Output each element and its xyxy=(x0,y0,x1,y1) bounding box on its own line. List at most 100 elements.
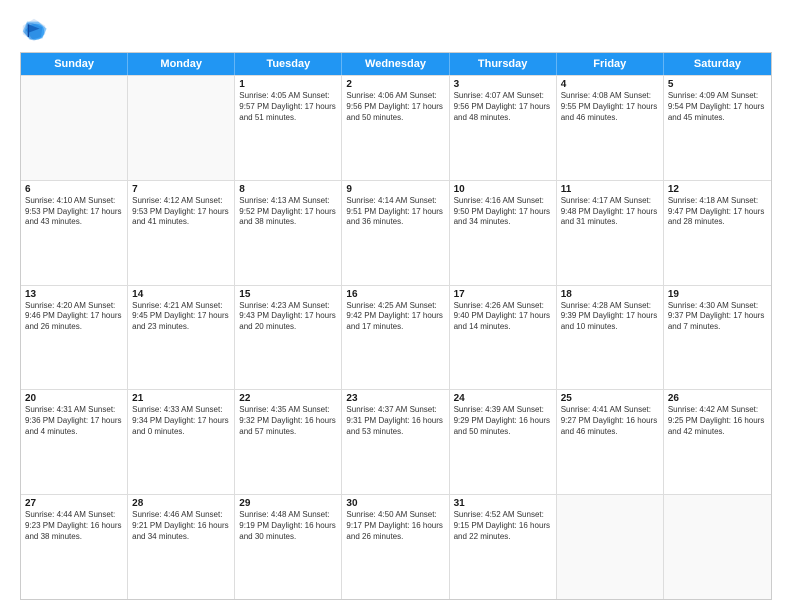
empty-cell xyxy=(21,76,128,180)
day-cell-15: 15Sunrise: 4:23 AM Sunset: 9:43 PM Dayli… xyxy=(235,286,342,390)
day-number: 27 xyxy=(25,498,123,509)
day-info: Sunrise: 4:39 AM Sunset: 9:29 PM Dayligh… xyxy=(454,405,552,437)
day-number: 2 xyxy=(346,79,444,90)
header-day-sunday: Sunday xyxy=(21,53,128,75)
day-info: Sunrise: 4:44 AM Sunset: 9:23 PM Dayligh… xyxy=(25,510,123,542)
day-cell-1: 1Sunrise: 4:05 AM Sunset: 9:57 PM Daylig… xyxy=(235,76,342,180)
empty-cell xyxy=(128,76,235,180)
day-info: Sunrise: 4:30 AM Sunset: 9:37 PM Dayligh… xyxy=(668,301,767,333)
day-number: 12 xyxy=(668,184,767,195)
day-cell-29: 29Sunrise: 4:48 AM Sunset: 9:19 PM Dayli… xyxy=(235,495,342,599)
day-cell-13: 13Sunrise: 4:20 AM Sunset: 9:46 PM Dayli… xyxy=(21,286,128,390)
day-number: 30 xyxy=(346,498,444,509)
day-cell-20: 20Sunrise: 4:31 AM Sunset: 9:36 PM Dayli… xyxy=(21,390,128,494)
day-info: Sunrise: 4:16 AM Sunset: 9:50 PM Dayligh… xyxy=(454,196,552,228)
header-day-saturday: Saturday xyxy=(664,53,771,75)
day-info: Sunrise: 4:46 AM Sunset: 9:21 PM Dayligh… xyxy=(132,510,230,542)
day-info: Sunrise: 4:42 AM Sunset: 9:25 PM Dayligh… xyxy=(668,405,767,437)
day-cell-17: 17Sunrise: 4:26 AM Sunset: 9:40 PM Dayli… xyxy=(450,286,557,390)
day-cell-24: 24Sunrise: 4:39 AM Sunset: 9:29 PM Dayli… xyxy=(450,390,557,494)
day-cell-27: 27Sunrise: 4:44 AM Sunset: 9:23 PM Dayli… xyxy=(21,495,128,599)
day-info: Sunrise: 4:28 AM Sunset: 9:39 PM Dayligh… xyxy=(561,301,659,333)
day-cell-16: 16Sunrise: 4:25 AM Sunset: 9:42 PM Dayli… xyxy=(342,286,449,390)
calendar-body: 1Sunrise: 4:05 AM Sunset: 9:57 PM Daylig… xyxy=(21,75,771,599)
page: SundayMondayTuesdayWednesdayThursdayFrid… xyxy=(0,0,792,612)
day-number: 10 xyxy=(454,184,552,195)
calendar-header-row: SundayMondayTuesdayWednesdayThursdayFrid… xyxy=(21,53,771,75)
day-info: Sunrise: 4:52 AM Sunset: 9:15 PM Dayligh… xyxy=(454,510,552,542)
logo xyxy=(20,16,52,44)
calendar-week-4: 20Sunrise: 4:31 AM Sunset: 9:36 PM Dayli… xyxy=(21,389,771,494)
day-info: Sunrise: 4:50 AM Sunset: 9:17 PM Dayligh… xyxy=(346,510,444,542)
day-cell-22: 22Sunrise: 4:35 AM Sunset: 9:32 PM Dayli… xyxy=(235,390,342,494)
calendar-week-1: 1Sunrise: 4:05 AM Sunset: 9:57 PM Daylig… xyxy=(21,75,771,180)
day-info: Sunrise: 4:35 AM Sunset: 9:32 PM Dayligh… xyxy=(239,405,337,437)
day-info: Sunrise: 4:09 AM Sunset: 9:54 PM Dayligh… xyxy=(668,91,767,123)
day-cell-18: 18Sunrise: 4:28 AM Sunset: 9:39 PM Dayli… xyxy=(557,286,664,390)
empty-cell xyxy=(664,495,771,599)
day-number: 25 xyxy=(561,393,659,404)
day-cell-2: 2Sunrise: 4:06 AM Sunset: 9:56 PM Daylig… xyxy=(342,76,449,180)
header-day-wednesday: Wednesday xyxy=(342,53,449,75)
day-info: Sunrise: 4:31 AM Sunset: 9:36 PM Dayligh… xyxy=(25,405,123,437)
day-info: Sunrise: 4:26 AM Sunset: 9:40 PM Dayligh… xyxy=(454,301,552,333)
day-number: 1 xyxy=(239,79,337,90)
calendar: SundayMondayTuesdayWednesdayThursdayFrid… xyxy=(20,52,772,600)
day-number: 31 xyxy=(454,498,552,509)
day-number: 3 xyxy=(454,79,552,90)
day-info: Sunrise: 4:33 AM Sunset: 9:34 PM Dayligh… xyxy=(132,405,230,437)
day-number: 17 xyxy=(454,289,552,300)
day-info: Sunrise: 4:07 AM Sunset: 9:56 PM Dayligh… xyxy=(454,91,552,123)
day-number: 23 xyxy=(346,393,444,404)
calendar-week-2: 6Sunrise: 4:10 AM Sunset: 9:53 PM Daylig… xyxy=(21,180,771,285)
day-cell-9: 9Sunrise: 4:14 AM Sunset: 9:51 PM Daylig… xyxy=(342,181,449,285)
day-cell-21: 21Sunrise: 4:33 AM Sunset: 9:34 PM Dayli… xyxy=(128,390,235,494)
header-day-tuesday: Tuesday xyxy=(235,53,342,75)
day-number: 9 xyxy=(346,184,444,195)
day-number: 28 xyxy=(132,498,230,509)
day-number: 11 xyxy=(561,184,659,195)
header-day-monday: Monday xyxy=(128,53,235,75)
day-info: Sunrise: 4:37 AM Sunset: 9:31 PM Dayligh… xyxy=(346,405,444,437)
day-cell-4: 4Sunrise: 4:08 AM Sunset: 9:55 PM Daylig… xyxy=(557,76,664,180)
day-number: 22 xyxy=(239,393,337,404)
day-number: 6 xyxy=(25,184,123,195)
day-cell-28: 28Sunrise: 4:46 AM Sunset: 9:21 PM Dayli… xyxy=(128,495,235,599)
day-cell-26: 26Sunrise: 4:42 AM Sunset: 9:25 PM Dayli… xyxy=(664,390,771,494)
day-cell-14: 14Sunrise: 4:21 AM Sunset: 9:45 PM Dayli… xyxy=(128,286,235,390)
day-number: 29 xyxy=(239,498,337,509)
day-cell-8: 8Sunrise: 4:13 AM Sunset: 9:52 PM Daylig… xyxy=(235,181,342,285)
day-info: Sunrise: 4:05 AM Sunset: 9:57 PM Dayligh… xyxy=(239,91,337,123)
day-number: 4 xyxy=(561,79,659,90)
day-info: Sunrise: 4:41 AM Sunset: 9:27 PM Dayligh… xyxy=(561,405,659,437)
day-cell-23: 23Sunrise: 4:37 AM Sunset: 9:31 PM Dayli… xyxy=(342,390,449,494)
day-info: Sunrise: 4:18 AM Sunset: 9:47 PM Dayligh… xyxy=(668,196,767,228)
header-day-thursday: Thursday xyxy=(450,53,557,75)
day-cell-6: 6Sunrise: 4:10 AM Sunset: 9:53 PM Daylig… xyxy=(21,181,128,285)
day-number: 21 xyxy=(132,393,230,404)
day-info: Sunrise: 4:23 AM Sunset: 9:43 PM Dayligh… xyxy=(239,301,337,333)
day-info: Sunrise: 4:12 AM Sunset: 9:53 PM Dayligh… xyxy=(132,196,230,228)
day-number: 13 xyxy=(25,289,123,300)
day-cell-7: 7Sunrise: 4:12 AM Sunset: 9:53 PM Daylig… xyxy=(128,181,235,285)
day-info: Sunrise: 4:10 AM Sunset: 9:53 PM Dayligh… xyxy=(25,196,123,228)
day-cell-5: 5Sunrise: 4:09 AM Sunset: 9:54 PM Daylig… xyxy=(664,76,771,180)
day-cell-11: 11Sunrise: 4:17 AM Sunset: 9:48 PM Dayli… xyxy=(557,181,664,285)
day-info: Sunrise: 4:25 AM Sunset: 9:42 PM Dayligh… xyxy=(346,301,444,333)
calendar-week-5: 27Sunrise: 4:44 AM Sunset: 9:23 PM Dayli… xyxy=(21,494,771,599)
day-info: Sunrise: 4:17 AM Sunset: 9:48 PM Dayligh… xyxy=(561,196,659,228)
day-number: 14 xyxy=(132,289,230,300)
day-info: Sunrise: 4:21 AM Sunset: 9:45 PM Dayligh… xyxy=(132,301,230,333)
day-number: 15 xyxy=(239,289,337,300)
day-number: 20 xyxy=(25,393,123,404)
header-day-friday: Friday xyxy=(557,53,664,75)
day-info: Sunrise: 4:13 AM Sunset: 9:52 PM Dayligh… xyxy=(239,196,337,228)
day-number: 16 xyxy=(346,289,444,300)
day-number: 24 xyxy=(454,393,552,404)
day-number: 7 xyxy=(132,184,230,195)
logo-icon xyxy=(20,16,48,44)
day-cell-31: 31Sunrise: 4:52 AM Sunset: 9:15 PM Dayli… xyxy=(450,495,557,599)
day-info: Sunrise: 4:14 AM Sunset: 9:51 PM Dayligh… xyxy=(346,196,444,228)
day-cell-12: 12Sunrise: 4:18 AM Sunset: 9:47 PM Dayli… xyxy=(664,181,771,285)
empty-cell xyxy=(557,495,664,599)
